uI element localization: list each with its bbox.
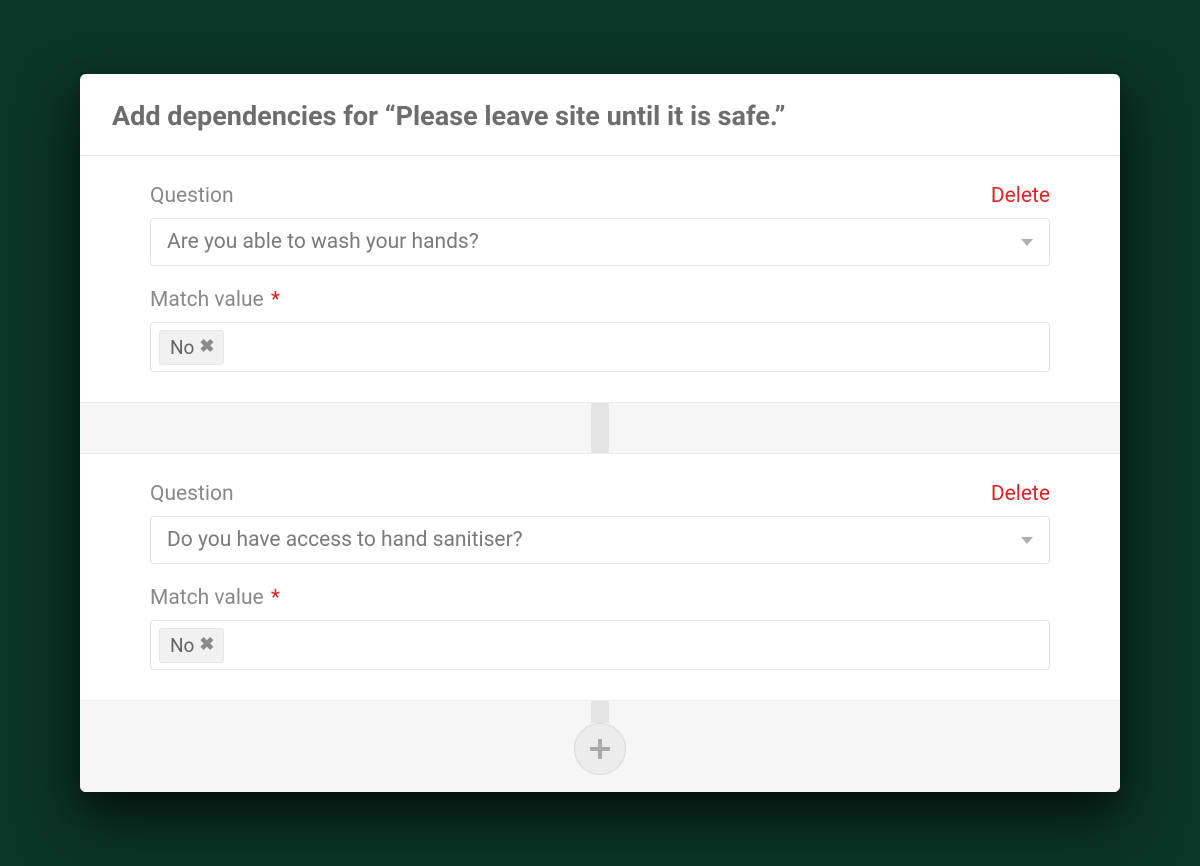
caret-down-icon bbox=[1021, 537, 1033, 544]
question-label: Question bbox=[150, 482, 234, 506]
delete-button[interactable]: Delete bbox=[991, 184, 1050, 208]
match-value-label: Match value * bbox=[150, 586, 280, 610]
required-asterisk: * bbox=[266, 288, 280, 312]
dependency-block: Question Delete Do you have access to ha… bbox=[80, 454, 1120, 700]
select-value: Are you able to wash your hands? bbox=[167, 230, 479, 254]
match-value-input[interactable]: No ✖ bbox=[150, 620, 1050, 670]
modal-header: Add dependencies for “Please leave site … bbox=[80, 74, 1120, 157]
dependencies-modal: Add dependencies for “Please leave site … bbox=[80, 74, 1120, 793]
plus-icon bbox=[587, 736, 613, 762]
match-value-tag: No ✖ bbox=[159, 330, 224, 365]
question-select[interactable]: Do you have access to hand sanitiser? bbox=[150, 516, 1050, 564]
add-dependency-button[interactable] bbox=[574, 723, 626, 775]
tag-label: No bbox=[170, 336, 194, 359]
add-dependency-area bbox=[80, 700, 1120, 792]
connector-line bbox=[591, 701, 609, 723]
required-asterisk: * bbox=[266, 586, 280, 610]
dependency-block: Question Delete Are you able to wash you… bbox=[80, 156, 1120, 402]
select-value: Do you have access to hand sanitiser? bbox=[167, 528, 523, 552]
match-value-label: Match value * bbox=[150, 288, 280, 312]
connector-line bbox=[591, 403, 609, 453]
question-select[interactable]: Are you able to wash your hands? bbox=[150, 218, 1050, 266]
close-icon[interactable]: ✖ bbox=[199, 338, 214, 356]
close-icon[interactable]: ✖ bbox=[199, 636, 214, 654]
match-value-input[interactable]: No ✖ bbox=[150, 322, 1050, 372]
caret-down-icon bbox=[1021, 239, 1033, 246]
modal-title: Add dependencies for “Please leave site … bbox=[112, 100, 1088, 134]
match-value-tag: No ✖ bbox=[159, 628, 224, 663]
delete-button[interactable]: Delete bbox=[991, 482, 1050, 506]
connector bbox=[80, 402, 1120, 454]
tag-label: No bbox=[170, 634, 194, 657]
question-label: Question bbox=[150, 184, 234, 208]
